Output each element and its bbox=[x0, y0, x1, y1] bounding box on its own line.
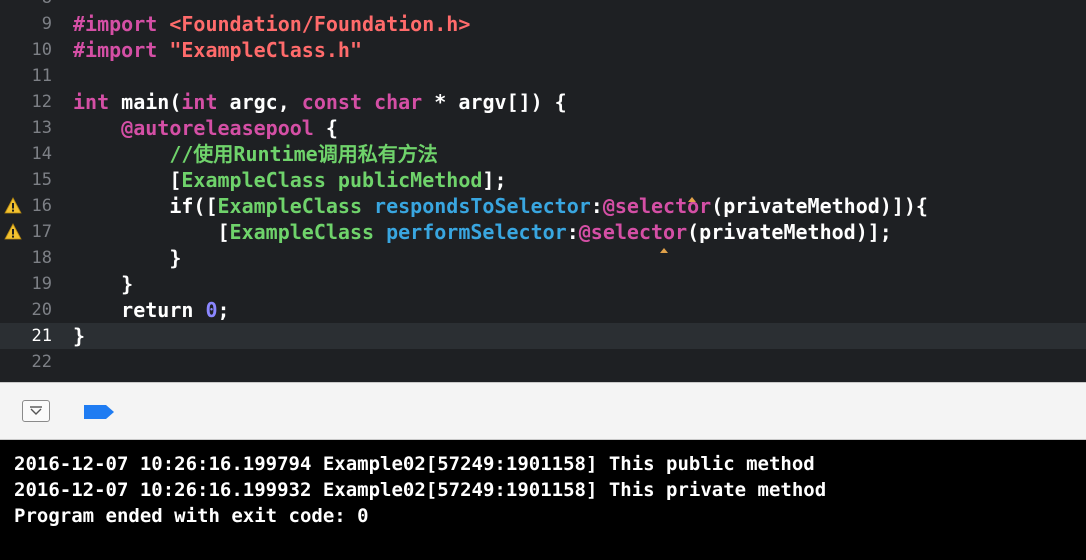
code-text[interactable]: [ExampleClass performSelector:@selector(… bbox=[73, 219, 892, 245]
line-number[interactable]: 13 bbox=[0, 115, 52, 141]
code-line[interactable]: 12 int main(int argc, const char * argv[]… bbox=[0, 89, 1086, 115]
line-number[interactable]: 9 bbox=[0, 11, 52, 37]
code-line[interactable]: 22 bbox=[0, 349, 1086, 375]
code-line[interactable]: 9 #import <Foundation/Foundation.h> bbox=[0, 11, 1086, 37]
code-token: } bbox=[73, 324, 86, 348]
breakpoint-arrow-icon bbox=[84, 405, 114, 419]
code-token: int bbox=[73, 90, 110, 114]
code-token: } bbox=[73, 246, 182, 270]
code-line[interactable]: 20 return 0; bbox=[0, 297, 1086, 323]
code-text[interactable]: } bbox=[73, 245, 181, 271]
code-text[interactable]: if([ExampleClass respondsToSelector:@sel… bbox=[73, 193, 928, 219]
code-token: #import bbox=[73, 12, 170, 36]
code-token: ; bbox=[217, 298, 230, 322]
console-line: 2016-12-07 10:26:16.199794 Example02[572… bbox=[14, 453, 815, 475]
line-number[interactable]: 12 bbox=[0, 89, 52, 115]
line-number[interactable]: 20 bbox=[0, 297, 52, 323]
console-output[interactable]: 2016-12-07 10:26:16.199794 Example02[572… bbox=[0, 440, 1086, 560]
code-token: #import bbox=[73, 38, 170, 62]
code-token: if([ bbox=[73, 194, 218, 218]
code-token: { bbox=[313, 116, 338, 140]
code-line[interactable]: 21} bbox=[0, 323, 1086, 349]
code-token: @autoreleasepool bbox=[121, 116, 314, 140]
code-editor[interactable]: 89 #import <Foundation/Foundation.h> 10 #im… bbox=[0, 0, 1086, 382]
code-text[interactable]: #import "ExampleClass.h" bbox=[73, 37, 362, 63]
warning-caret-marker bbox=[688, 197, 696, 202]
code-token: "ExampleClass.h" bbox=[169, 38, 362, 62]
code-text[interactable]: } bbox=[73, 271, 133, 297]
code-text[interactable]: //使用Runtime调用私有方法 bbox=[73, 141, 438, 167]
code-token: [ bbox=[73, 168, 182, 192]
line-number[interactable]: 14 bbox=[0, 141, 52, 167]
code-token: (privateMethod)]; bbox=[687, 220, 892, 244]
code-line[interactable]: 11 bbox=[0, 63, 1086, 89]
code-token: respondsToSelector bbox=[374, 194, 591, 218]
code-line[interactable]: 18 } bbox=[0, 245, 1086, 271]
line-number[interactable]: 10 bbox=[0, 37, 52, 63]
code-token: } bbox=[73, 272, 134, 296]
line-number[interactable]: 8 bbox=[0, 0, 52, 11]
code-token: const bbox=[301, 90, 363, 114]
warning-triangle-icon[interactable] bbox=[4, 223, 22, 241]
code-token: publicMethod bbox=[337, 168, 483, 192]
code-token: char bbox=[374, 90, 423, 114]
code-token: ExampleClass bbox=[229, 220, 375, 244]
line-number[interactable]: 21 bbox=[0, 323, 52, 349]
code-token: <Foundation/Foundation.h> bbox=[169, 12, 471, 36]
code-token: : bbox=[590, 194, 603, 218]
code-token: 0 bbox=[205, 298, 218, 322]
console-line: Program ended with exit code: 0 bbox=[14, 505, 369, 527]
code-text[interactable]: @autoreleasepool { bbox=[73, 115, 338, 141]
code-line[interactable]: 13 @autoreleasepool { bbox=[0, 115, 1086, 141]
code-text[interactable]: [ExampleClass publicMethod]; bbox=[73, 167, 507, 193]
code-line[interactable]: 8 bbox=[0, 0, 1086, 11]
code-token: * argv[]) { bbox=[422, 90, 567, 114]
code-token: (privateMethod)]){ bbox=[711, 194, 928, 218]
code-token: performSelector bbox=[386, 220, 567, 244]
console-line: 2016-12-07 10:26:16.199932 Example02[572… bbox=[14, 479, 827, 501]
line-number[interactable]: 18 bbox=[0, 245, 52, 271]
code-text[interactable]: } bbox=[73, 323, 85, 349]
code-token: @selector bbox=[578, 220, 688, 244]
console-lines: 2016-12-07 10:26:16.199794 Example02[572… bbox=[0, 451, 1086, 529]
code-token: int bbox=[181, 90, 218, 114]
code-token: ExampleClass bbox=[181, 168, 326, 192]
code-token: main( bbox=[109, 90, 182, 114]
code-text[interactable]: #import <Foundation/Foundation.h> bbox=[73, 11, 470, 37]
line-number[interactable]: 11 bbox=[0, 63, 52, 89]
code-line[interactable]: 14 //使用Runtime调用私有方法 bbox=[0, 141, 1086, 167]
code-text[interactable]: return 0; bbox=[73, 297, 230, 323]
code-token: argc, bbox=[217, 90, 302, 114]
code-line[interactable]: 17 [ExampleClass performSelector:@select… bbox=[0, 219, 1086, 245]
debug-bar bbox=[0, 382, 1086, 440]
code-text[interactable]: int main(int argc, const char * argv[]) … bbox=[73, 89, 567, 115]
code-line[interactable]: 15 [ExampleClass publicMethod]; bbox=[0, 167, 1086, 193]
code-line[interactable]: 19 } bbox=[0, 271, 1086, 297]
code-token: [ bbox=[73, 220, 230, 244]
hide-debug-area-button[interactable] bbox=[22, 400, 50, 422]
code-line[interactable]: 16 if([ExampleClass respondsToSelector:@… bbox=[0, 193, 1086, 219]
code-line[interactable]: 10 #import "ExampleClass.h" bbox=[0, 37, 1086, 63]
code-token: //使用Runtime调用私有方法 bbox=[169, 142, 438, 166]
warning-caret-marker bbox=[660, 248, 668, 253]
warning-triangle-icon[interactable] bbox=[4, 197, 22, 215]
breakpoints-toggle-button[interactable] bbox=[82, 403, 116, 421]
code-token: ]; bbox=[482, 168, 507, 192]
code-token: ExampleClass bbox=[217, 194, 363, 218]
code-token: : bbox=[566, 220, 579, 244]
line-number[interactable]: 15 bbox=[0, 167, 52, 193]
line-number[interactable]: 19 bbox=[0, 271, 52, 297]
line-number[interactable]: 22 bbox=[0, 349, 52, 375]
code-token: return bbox=[73, 298, 206, 322]
chevron-down-icon bbox=[30, 406, 42, 415]
